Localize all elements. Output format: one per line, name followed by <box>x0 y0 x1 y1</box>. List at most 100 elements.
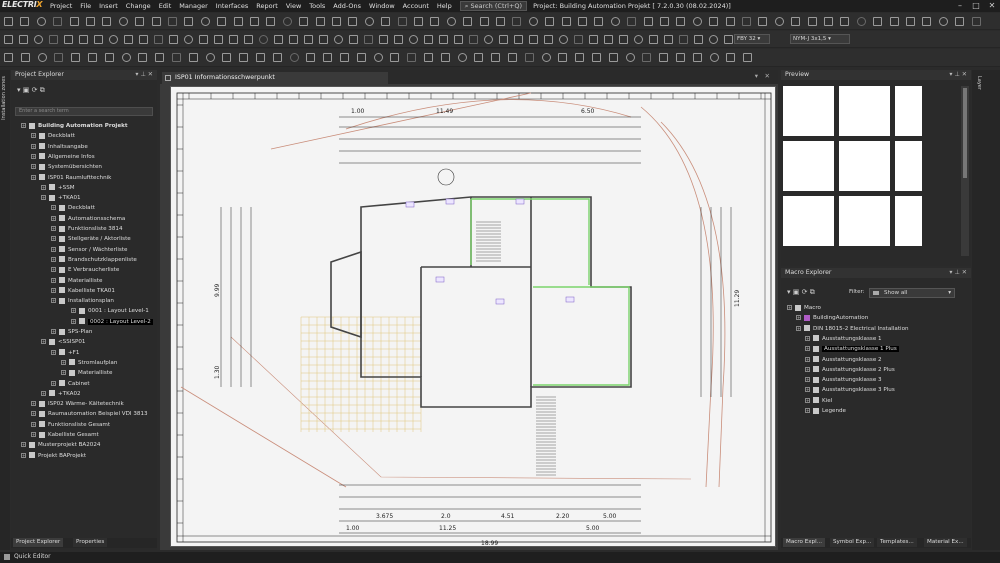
tool-icon[interactable] <box>155 53 165 62</box>
tool-icon[interactable] <box>660 17 669 26</box>
tool-icon[interactable] <box>239 53 249 62</box>
tool-icon[interactable] <box>356 53 366 62</box>
tool-icon[interactable] <box>440 53 450 62</box>
tool-icon[interactable] <box>53 17 63 26</box>
menu-item-report[interactable]: Report <box>252 0 282 12</box>
tool-icon[interactable] <box>289 53 299 62</box>
tool-icon[interactable] <box>373 53 383 62</box>
tool-icon[interactable] <box>840 17 850 26</box>
expand-toggle-icon[interactable]: + <box>31 164 36 170</box>
panel-controls[interactable]: ▾ ⊥ ✕ <box>949 268 967 278</box>
tool-icon[interactable] <box>332 17 341 26</box>
expand-toggle-icon[interactable]: + <box>31 133 36 139</box>
tool-icon[interactable] <box>824 17 833 26</box>
tool-icon[interactable] <box>151 17 161 26</box>
tool-icon[interactable] <box>514 35 523 44</box>
tool-icon[interactable] <box>856 17 866 26</box>
preview-thumbnail[interactable] <box>783 86 834 136</box>
tool-icon[interactable] <box>222 53 232 62</box>
tool-icon[interactable] <box>188 53 198 62</box>
tree-item[interactable]: + Deckblatt <box>31 131 75 141</box>
tool-icon[interactable] <box>424 53 433 62</box>
tree-item[interactable]: + +TKA01 <box>41 193 81 203</box>
tool-icon[interactable] <box>390 53 400 62</box>
tree-item[interactable]: + Brandschutzklappenliste <box>51 255 137 265</box>
menu-item-change[interactable]: Change <box>122 0 155 12</box>
tool-icon[interactable] <box>256 53 265 62</box>
tree-item[interactable]: + Stromlaufplan <box>61 358 117 368</box>
explorer-tab[interactable]: Properties <box>73 538 108 547</box>
tool-icon[interactable] <box>594 17 604 26</box>
expand-toggle-icon[interactable]: + <box>71 308 76 314</box>
expand-toggle-icon[interactable]: + <box>796 325 801 331</box>
expand-toggle-icon[interactable]: + <box>31 143 36 149</box>
tool-icon[interactable] <box>692 17 702 26</box>
minimize-button[interactable]: – <box>952 0 968 12</box>
copy-icon[interactable]: ⧉ <box>40 86 45 94</box>
tool-icon[interactable] <box>634 35 643 44</box>
tool-icon[interactable] <box>69 17 79 26</box>
tool-icon[interactable] <box>742 17 751 26</box>
tool-icon[interactable] <box>906 17 915 26</box>
expand-toggle-icon[interactable]: + <box>41 390 46 396</box>
tool-icon[interactable] <box>172 53 181 62</box>
menu-item-interfaces[interactable]: Interfaces <box>212 0 253 12</box>
close-window-button[interactable]: ✕ <box>984 0 1000 12</box>
tool-icon[interactable] <box>791 17 801 26</box>
tool-icon[interactable] <box>102 17 112 26</box>
tool-icon[interactable] <box>169 35 178 44</box>
macro-tree-item[interactable]: + Macro <box>787 303 821 313</box>
tool-icon[interactable] <box>889 17 899 26</box>
tool-icon[interactable] <box>250 17 259 26</box>
tool-icon[interactable] <box>724 35 733 44</box>
tool-icon[interactable] <box>484 35 493 44</box>
tree-item[interactable]: + ISP01 Raumlufttechnik <box>31 173 111 183</box>
macro-panel-tab[interactable]: Material Ex... <box>924 538 967 547</box>
tool-icon[interactable] <box>664 35 673 44</box>
tool-icon[interactable] <box>348 17 358 26</box>
macro-panel-tab[interactable]: Templates... <box>877 538 917 547</box>
expand-toggle-icon[interactable]: + <box>805 408 810 413</box>
cable-type-select[interactable]: NYM-J 3x1,5 ▾ <box>790 34 850 44</box>
tool-icon[interactable] <box>499 35 508 44</box>
tool-icon[interactable] <box>139 35 148 44</box>
tree-item[interactable]: + +SSM <box>41 183 75 193</box>
tool-icon[interactable] <box>774 17 784 26</box>
panel-controls[interactable]: ▾ ⊥ ✕ <box>949 70 967 80</box>
tool-icon[interactable] <box>184 35 193 44</box>
folder-icon[interactable]: ▣ <box>793 288 800 296</box>
tree-item[interactable]: +0001 : Layout Level-1 <box>71 306 149 316</box>
tool-icon[interactable] <box>642 53 652 62</box>
menu-item-window[interactable]: Window <box>365 0 399 12</box>
preview-thumbnail[interactable] <box>783 141 834 191</box>
tool-icon[interactable] <box>259 35 268 44</box>
tool-icon[interactable] <box>104 53 114 62</box>
tool-icon[interactable] <box>282 17 292 26</box>
tool-icon[interactable] <box>922 17 932 26</box>
tool-icon[interactable] <box>491 53 501 62</box>
tool-icon[interactable] <box>424 35 433 44</box>
tool-icon[interactable] <box>457 53 467 62</box>
tool-icon[interactable] <box>217 17 227 26</box>
preview-thumbnail[interactable] <box>895 196 922 246</box>
tree-item[interactable]: + E Verbraucherliste <box>51 265 119 275</box>
tree-item[interactable]: + Allgemeine Infos <box>31 152 95 162</box>
expand-toggle-icon[interactable]: + <box>51 226 56 231</box>
expand-toggle-icon[interactable]: + <box>41 195 46 201</box>
search-box[interactable]: ⌕ Search (Ctrl+Q) <box>459 1 528 11</box>
expand-toggle-icon[interactable]: + <box>51 256 56 262</box>
tool-icon[interactable] <box>474 53 484 62</box>
preview-thumbnail[interactable] <box>895 141 922 191</box>
tree-item[interactable]: + Funktionsliste Gesamt <box>31 420 110 430</box>
maximize-button[interactable]: □ <box>968 0 984 12</box>
tool-icon[interactable] <box>334 35 343 44</box>
copy-icon[interactable]: ⧉ <box>810 288 815 296</box>
document-tab[interactable]: ISP01 Informationsschwerpunkt Luftung=TK… <box>162 72 388 93</box>
tool-icon[interactable] <box>807 17 817 26</box>
tree-item[interactable]: + Inhaltsangabe <box>31 142 88 152</box>
tree-item[interactable]: + Musterprojekt BA2024 <box>21 440 100 450</box>
tool-icon[interactable] <box>205 53 215 62</box>
macro-tree-item[interactable]: + BuildingAutomation <box>796 313 868 323</box>
tool-icon[interactable] <box>4 53 13 62</box>
tool-icon[interactable] <box>439 35 448 44</box>
